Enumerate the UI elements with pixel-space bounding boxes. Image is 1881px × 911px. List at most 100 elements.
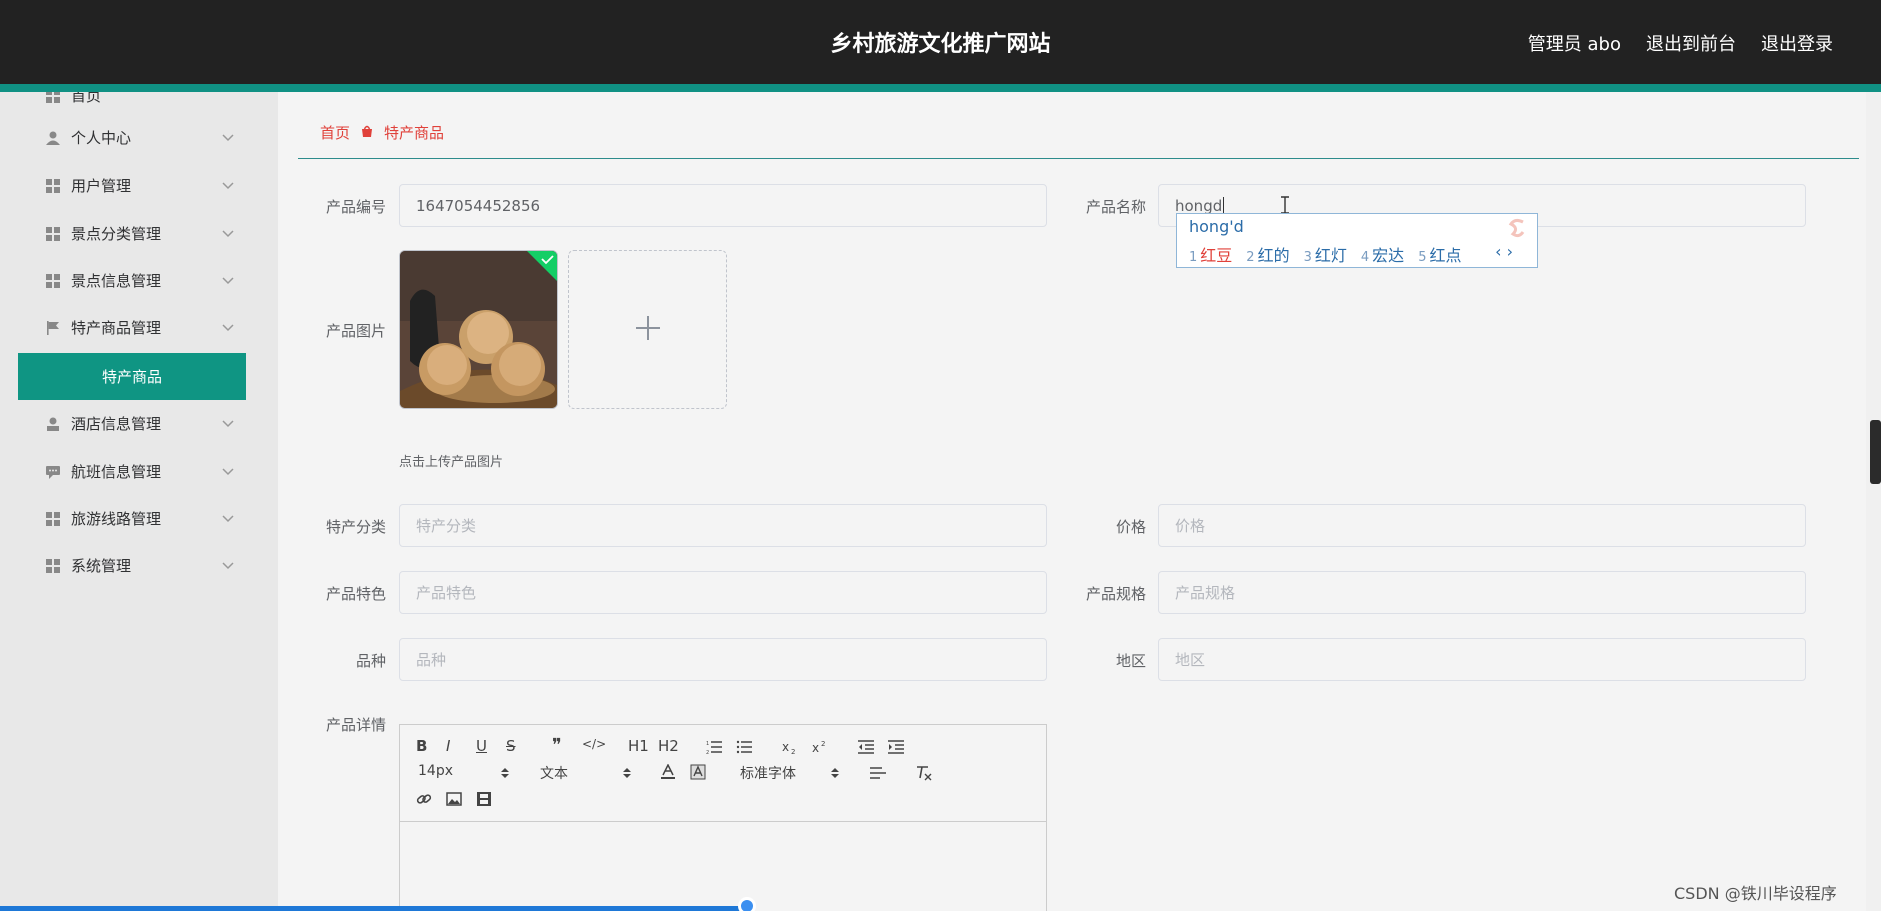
sidebar-item-travel-routes[interactable]: 旅游线路管理 — [0, 495, 278, 542]
sidebar-item-label: 个人中心 — [71, 129, 132, 147]
subscript-icon[interactable]: x2 — [782, 739, 798, 756]
svg-text:2: 2 — [821, 740, 825, 748]
sidebar-item-scenic-category[interactable]: 景点分类管理 — [0, 210, 278, 257]
select-arrows-icon — [830, 765, 846, 781]
spec-input[interactable]: 产品规格 — [1158, 571, 1806, 614]
chevron-down-icon — [220, 464, 236, 480]
link-icon[interactable] — [416, 791, 432, 807]
detail-label: 产品详情 — [325, 716, 386, 734]
csdn-watermark: CSDN @铁川毕设程序 — [1674, 884, 1837, 903]
price-input[interactable]: 价格 — [1158, 504, 1806, 547]
sidebar-item-hotel-info[interactable]: 酒店信息管理 — [0, 400, 278, 447]
image-icon[interactable] — [446, 791, 462, 807]
feature-input[interactable]: 产品特色 — [399, 571, 1047, 614]
sidebar-item-specialty-products[interactable]: 特产商品管理 — [0, 304, 278, 351]
chevron-down-icon — [220, 178, 236, 194]
outdent-icon[interactable] — [858, 739, 874, 755]
ime-page-arrows[interactable]: ‹ › — [1495, 242, 1513, 261]
code-button[interactable]: </> — [582, 737, 606, 751]
progress-handle — [738, 897, 756, 911]
admin-user-link[interactable]: 管理员 abo — [1528, 30, 1621, 56]
variety-input[interactable]: 品种 — [399, 638, 1047, 681]
indent-icon[interactable] — [888, 739, 904, 755]
breadcrumb: 首页 特产商品 — [320, 122, 444, 143]
superscript-icon[interactable]: x2 — [812, 739, 828, 755]
grid-icon — [45, 178, 61, 194]
logout-link[interactable]: 退出登录 — [1761, 30, 1833, 56]
chevron-down-icon — [220, 511, 236, 527]
user-icon — [45, 130, 61, 146]
editor-content-area[interactable] — [400, 822, 1046, 911]
sidebar-item-user-management[interactable]: 用户管理 — [0, 162, 278, 209]
ime-candidate[interactable]: 5 红点 — [1418, 242, 1461, 266]
svg-text:1: 1 — [706, 741, 709, 747]
sidebar-subitem-specialty[interactable]: 特产商品 — [18, 353, 246, 400]
shop-icon — [360, 124, 374, 142]
uploaded-check-badge — [527, 251, 557, 285]
ordered-list-icon[interactable]: 12 — [706, 739, 722, 756]
sidebar-item-scenic-info[interactable]: 景点信息管理 — [0, 257, 278, 304]
sidebar-item-system-management[interactable]: 系统管理 — [0, 542, 278, 589]
page-scrollbar[interactable] — [1866, 92, 1881, 911]
grid-icon — [45, 558, 61, 574]
product-no-input[interactable]: 1647054452856 — [399, 184, 1047, 227]
background-color-icon[interactable] — [690, 764, 706, 780]
svg-text:x: x — [812, 741, 819, 755]
page-scrollbar-thumb[interactable] — [1870, 420, 1881, 484]
select-arrows-icon — [500, 765, 516, 781]
ime-candidate-popup: hong'd 1 红豆 2 红的 3 红灯 4 宏达 5 红点 ‹ › — [1176, 213, 1538, 268]
price-label: 价格 — [1115, 518, 1146, 536]
chevron-down-icon — [220, 416, 236, 432]
video-icon[interactable] — [476, 791, 492, 807]
top-header: 乡村旅游文化推广网站 管理员 abo 退出到前台 退出登录 — [0, 0, 1881, 84]
product-name-label: 产品名称 — [1085, 198, 1146, 216]
clear-format-icon[interactable] — [916, 765, 932, 781]
sidebar: 首页 个人中心 用户管理 景点分类管理 景点信息管理 特产商品管理 特产商品 酒… — [0, 92, 278, 911]
grid-icon — [45, 273, 61, 289]
upload-hint: 点击上传产品图片 — [399, 455, 504, 470]
sidebar-item-label: 用户管理 — [71, 177, 132, 195]
ime-candidate[interactable]: 3 红灯 — [1304, 242, 1347, 266]
underline-button[interactable]: U — [476, 737, 487, 755]
spec-label: 产品规格 — [1085, 585, 1146, 603]
category-input[interactable]: 特产分类 — [399, 504, 1047, 547]
sidebar-item-flight-info[interactable]: 航班信息管理 — [0, 448, 278, 495]
main-content: 首页 特产商品 产品编号 1647054452856 产品名称 hongd ho… — [278, 92, 1864, 911]
chat-icon — [45, 464, 61, 480]
region-input[interactable]: 地区 — [1158, 638, 1806, 681]
loading-progress-bar — [0, 906, 750, 911]
paragraph-style-select[interactable]: 文本 — [540, 763, 568, 783]
align-icon[interactable] — [870, 765, 886, 781]
exit-to-front-link[interactable]: 退出到前台 — [1646, 30, 1736, 56]
chevron-down-icon — [220, 273, 236, 289]
font-color-icon[interactable] — [660, 763, 676, 780]
bold-button[interactable]: B — [416, 737, 427, 755]
font-size-select[interactable]: 14px — [418, 763, 453, 779]
sidebar-item-label: 航班信息管理 — [71, 463, 162, 481]
ime-candidate-row: 1 红豆 2 红的 3 红灯 4 宏达 5 红点 — [1189, 242, 1461, 266]
quote-button[interactable]: ❞ — [552, 735, 562, 756]
chevron-down-icon — [220, 226, 236, 242]
sidebar-item-personal-center[interactable]: 个人中心 — [0, 114, 278, 161]
breadcrumb-divider — [298, 158, 1859, 159]
h2-button[interactable]: H2 — [658, 737, 679, 755]
feature-label: 产品特色 — [325, 585, 386, 603]
ime-candidate[interactable]: 4 宏达 — [1361, 242, 1404, 266]
italic-button[interactable]: I — [446, 737, 450, 755]
product-image-label: 产品图片 — [325, 322, 386, 340]
category-label: 特产分类 — [325, 518, 386, 536]
region-label: 地区 — [1115, 652, 1146, 670]
font-family-select[interactable]: 标准字体 — [740, 763, 796, 783]
upload-image-button[interactable] — [568, 250, 727, 409]
sidebar-item-label: 酒店信息管理 — [71, 415, 162, 433]
sidebar-item-label: 旅游线路管理 — [71, 510, 162, 528]
ime-candidate[interactable]: 2 红的 — [1246, 242, 1289, 266]
product-image-thumb[interactable] — [399, 250, 558, 409]
flag-icon — [45, 320, 61, 336]
strike-button[interactable]: S — [506, 737, 516, 755]
breadcrumb-home[interactable]: 首页 — [320, 122, 350, 143]
bullet-list-icon[interactable] — [736, 739, 752, 755]
h1-button[interactable]: H1 — [628, 737, 649, 755]
chevron-down-icon — [220, 130, 236, 146]
ime-candidate[interactable]: 1 红豆 — [1189, 242, 1232, 266]
